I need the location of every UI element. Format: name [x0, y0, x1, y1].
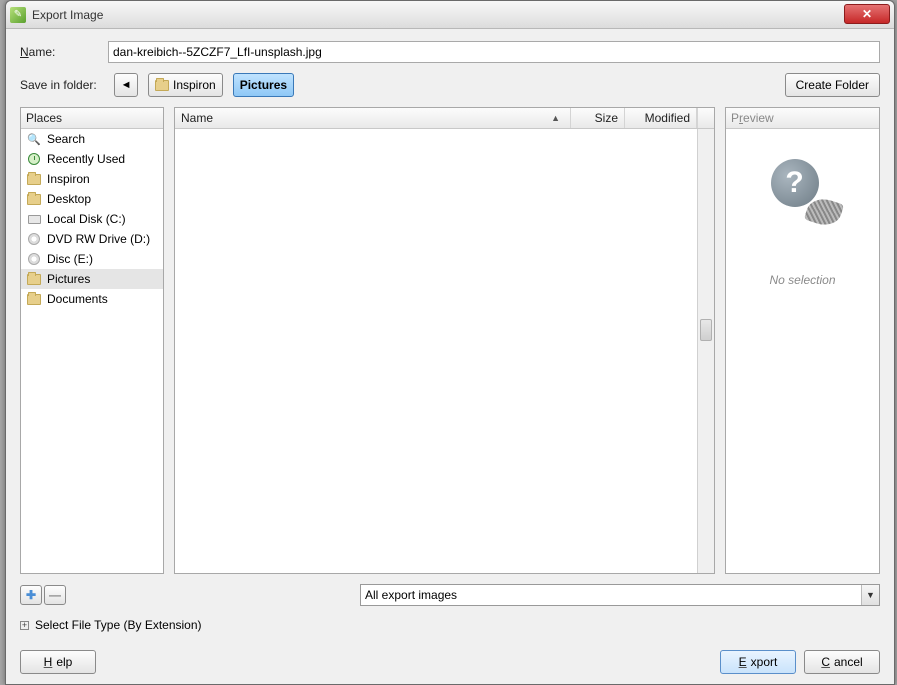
question-mark-icon: ? — [771, 159, 819, 207]
place-inspiron[interactable]: Inspiron — [21, 169, 163, 189]
filter-selected-text: All export images — [365, 588, 457, 602]
below-panels-row: ✚ — All export images ▼ — [20, 584, 880, 606]
minus-icon: — — [49, 588, 61, 602]
file-type-label[interactable]: Select File Type (By Extension) — [35, 618, 202, 632]
folder-icon — [27, 274, 41, 285]
export-button[interactable]: Export — [720, 650, 796, 674]
add-remove-bookmark: ✚ — — [20, 585, 66, 605]
close-button[interactable]: ✕ — [844, 4, 890, 24]
place-dvd-rw-drive-d[interactable]: DVD RW Drive (D:) — [21, 229, 163, 249]
unknown-file-icon: ? — [771, 159, 835, 223]
file-list-body[interactable] — [175, 129, 714, 573]
scrollbar-thumb[interactable] — [700, 319, 712, 341]
titlebar: ✎ Export Image ✕ — [6, 1, 894, 29]
breadcrumb-label: Inspiron — [173, 78, 216, 92]
place-local-disk-c[interactable]: Local Disk (C:) — [21, 209, 163, 229]
breadcrumb-label: Pictures — [240, 78, 287, 92]
folder-icon — [155, 80, 169, 91]
scroll-header-spacer — [697, 108, 714, 128]
breadcrumb-inspiron[interactable]: Inspiron — [148, 73, 223, 97]
expand-file-type-button[interactable]: + — [20, 621, 29, 630]
places-header: Places — [21, 108, 163, 129]
search-icon: 🔍 — [27, 133, 41, 146]
drive-icon — [27, 215, 41, 224]
client-area: Name: Save in folder: ◄ Inspiron Picture… — [6, 29, 894, 684]
places-list[interactable]: 🔍 Search Recently Used Inspiron Desktop — [21, 129, 163, 573]
disc-icon — [27, 253, 41, 265]
chevron-down-icon: ▼ — [861, 585, 879, 605]
save-in-label: Save in folder: — [20, 78, 104, 92]
file-list-panel: Name ▲ Size Modified — [174, 107, 715, 574]
folder-icon — [27, 174, 41, 185]
preview-header: Preview — [726, 108, 879, 129]
bottom-button-bar: Help Export Cancel — [20, 644, 880, 674]
file-type-row: + Select File Type (By Extension) — [20, 616, 880, 634]
no-selection-text: No selection — [769, 273, 835, 287]
place-pictures[interactable]: Pictures — [21, 269, 163, 289]
place-documents[interactable]: Documents — [21, 289, 163, 309]
filename-input[interactable] — [108, 41, 880, 63]
column-size[interactable]: Size — [571, 108, 625, 128]
preview-panel: Preview ? No selection — [725, 107, 880, 574]
column-modified[interactable]: Modified — [625, 108, 697, 128]
add-bookmark-button[interactable]: ✚ — [20, 585, 42, 605]
place-disc-e[interactable]: Disc (E:) — [21, 249, 163, 269]
save-in-row: Save in folder: ◄ Inspiron Pictures Crea… — [20, 73, 880, 97]
breadcrumb-pictures[interactable]: Pictures — [233, 73, 294, 97]
folder-icon — [27, 294, 41, 305]
window-title: Export Image — [32, 8, 844, 22]
name-label: Name: — [20, 45, 98, 59]
chevron-left-icon: ◄ — [121, 79, 132, 91]
file-filter-dropdown[interactable]: All export images ▼ — [360, 584, 880, 606]
places-panel: Places 🔍 Search Recently Used Inspiron — [20, 107, 164, 574]
name-row: Name: — [20, 41, 880, 63]
place-desktop[interactable]: Desktop — [21, 189, 163, 209]
disc-icon — [27, 233, 41, 245]
vertical-scrollbar[interactable] — [697, 129, 714, 573]
place-recently-used[interactable]: Recently Used — [21, 149, 163, 169]
export-image-dialog: ✎ Export Image ✕ Name: Save in folder: ◄… — [5, 0, 895, 685]
cancel-button[interactable]: Cancel — [804, 650, 880, 674]
help-button[interactable]: Help — [20, 650, 96, 674]
folder-icon — [27, 194, 41, 205]
filter-row: All export images ▼ — [360, 584, 880, 606]
folder-back-button[interactable]: ◄ — [114, 73, 138, 97]
clock-icon — [27, 153, 41, 165]
remove-bookmark-button[interactable]: — — [44, 585, 66, 605]
app-icon: ✎ — [10, 7, 26, 23]
column-name[interactable]: Name ▲ — [175, 108, 571, 128]
place-search[interactable]: 🔍 Search — [21, 129, 163, 149]
main-panels: Places 🔍 Search Recently Used Inspiron — [20, 107, 880, 574]
plus-icon: ✚ — [26, 588, 36, 602]
file-list-header: Name ▲ Size Modified — [175, 108, 714, 129]
create-folder-button[interactable]: Create Folder — [785, 73, 880, 97]
preview-body: ? No selection — [726, 129, 879, 573]
sort-ascending-icon: ▲ — [551, 113, 560, 123]
